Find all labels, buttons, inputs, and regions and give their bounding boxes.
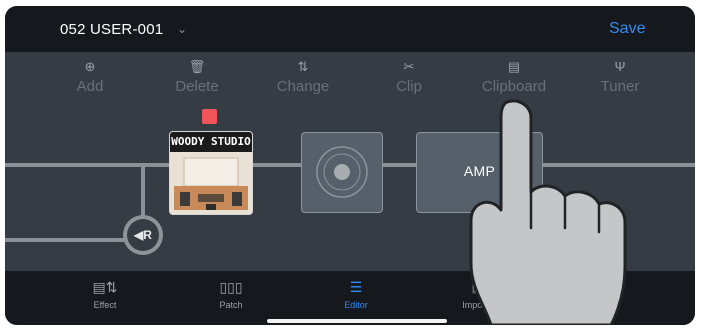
- tuner-button[interactable]: Ψ Tuner: [575, 58, 665, 96]
- save-button[interactable]: Save: [609, 20, 645, 38]
- tab-patch-label: Patch: [219, 300, 243, 310]
- return-label: ◀R: [127, 219, 159, 251]
- preset-name[interactable]: 052 USER-001: [60, 21, 163, 38]
- home-indicator: [267, 319, 447, 323]
- tab-import[interactable]: ⫼ Import: [435, 277, 515, 310]
- clipboard-button[interactable]: ▤ Clipboard: [469, 58, 559, 96]
- chevron-down-icon[interactable]: ⌄: [177, 22, 187, 36]
- tab-effect-label: Effect: [93, 300, 117, 310]
- effect-block-woody-studio[interactable]: WOODY STUDIO: [169, 131, 253, 215]
- cabinet-block[interactable]: [301, 132, 383, 213]
- speaker-icon: [316, 146, 368, 198]
- delete-button[interactable]: 🗑 Delete: [152, 58, 242, 96]
- header-bar: 052 USER-001 ⌄ Save: [5, 6, 695, 52]
- branch-line: [141, 167, 145, 217]
- tab-effect[interactable]: ▤⇅ Effect: [65, 277, 145, 310]
- room-image-icon: [170, 152, 252, 214]
- clipboard-label: Clipboard: [481, 78, 547, 95]
- delete-label: Delete: [175, 78, 219, 95]
- tab-editor[interactable]: ☰ Editor: [316, 277, 396, 310]
- change-label: Change: [276, 78, 330, 95]
- clip-button[interactable]: ✂ Clip: [364, 58, 454, 96]
- tab-patch[interactable]: ▯▯▯ Patch: [191, 277, 271, 310]
- patch-icon: ▯▯▯: [219, 279, 243, 295]
- editor-sliders-icon: ☰: [349, 279, 363, 295]
- edit-toolbar: ⊕ Add 🗑 Delete ⇅ Change ✂ Clip ▤ Clipboa…: [5, 52, 695, 98]
- plus-circle-icon: ⊕: [84, 59, 96, 74]
- selection-marker: [202, 109, 217, 124]
- tuning-fork-icon: Ψ: [614, 59, 626, 74]
- import-icon: ⫼: [471, 279, 479, 295]
- effect-block-title: WOODY STUDIO: [170, 132, 252, 152]
- amp-block[interactable]: AMP: [416, 132, 543, 213]
- swap-icon: ⇅: [297, 59, 309, 74]
- tab-editor-label: Editor: [344, 300, 368, 310]
- change-button[interactable]: ⇅ Change: [258, 58, 348, 96]
- add-label: Add: [76, 78, 104, 95]
- bottom-tab-bar: ▤⇅ Effect ▯▯▯ Patch ☰ Editor ⫼ Import: [5, 271, 695, 325]
- add-button[interactable]: ⊕ Add: [45, 58, 135, 96]
- scissors-icon: ✂: [403, 59, 415, 74]
- signal-chain: WOODY STUDIO AMP ◀R: [5, 98, 695, 271]
- return-line: [5, 238, 125, 242]
- tab-import-label: Import: [462, 300, 488, 310]
- tuner-label: Tuner: [600, 78, 640, 95]
- clip-label: Clip: [396, 78, 422, 95]
- clipboard-icon: ▤: [507, 59, 521, 74]
- amp-label: AMP: [463, 163, 496, 179]
- return-node[interactable]: ◀R: [123, 215, 163, 255]
- trash-icon: 🗑: [188, 59, 206, 74]
- effect-icon: ▤⇅: [92, 279, 118, 295]
- app-screen: 052 USER-001 ⌄ Save ⊕ Add 🗑 Delete ⇅ Cha…: [5, 6, 695, 325]
